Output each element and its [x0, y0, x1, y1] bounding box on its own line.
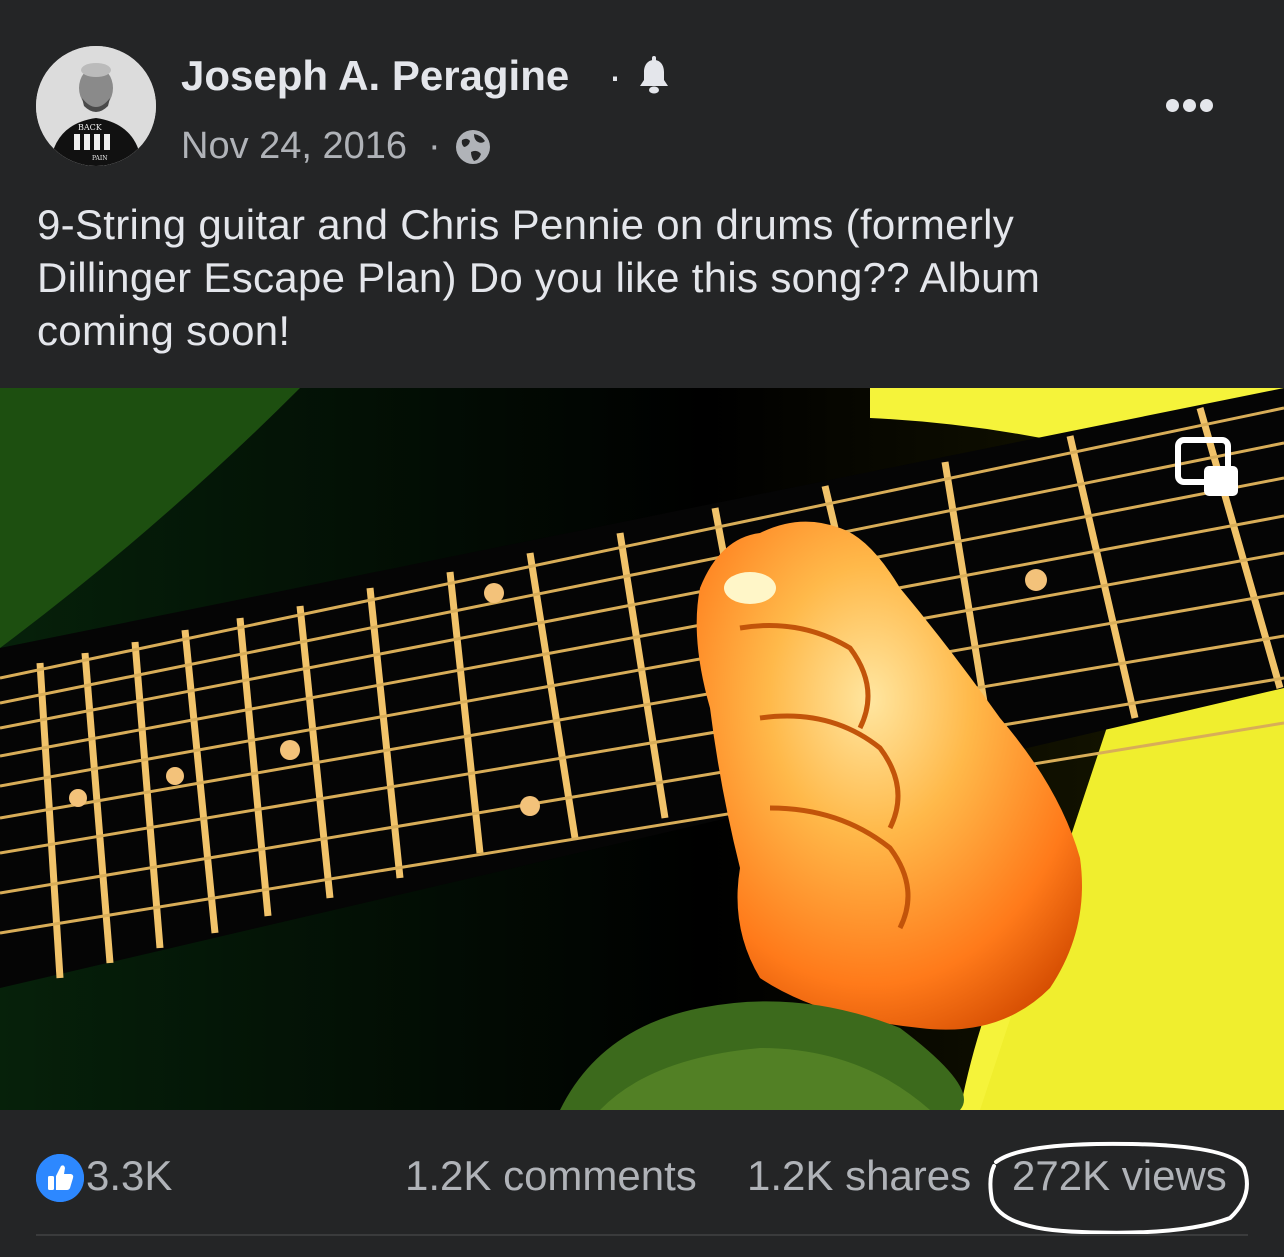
- date-separator: ·: [428, 125, 441, 167]
- svg-text:PAIN: PAIN: [92, 155, 107, 162]
- more-options-icon[interactable]: [1166, 92, 1222, 120]
- picture-in-picture-icon[interactable]: [1174, 436, 1238, 498]
- post-header: BACK PAIN Joseph A. Peragine · Nov 24, 2…: [0, 0, 1284, 390]
- stats-divider: [36, 1234, 1248, 1236]
- post-caption: 9-String guitar and Chris Pennie on drum…: [37, 201, 1041, 354]
- svg-text:BACK: BACK: [78, 123, 103, 132]
- comments-count[interactable]: 1.2K comments: [405, 1152, 697, 1200]
- post-date[interactable]: Nov 24, 2016: [181, 125, 407, 168]
- views-count: 272K views: [1012, 1152, 1227, 1199]
- globe-icon: [454, 128, 492, 166]
- video-player[interactable]: [0, 388, 1284, 1110]
- shares-count[interactable]: 1.2K shares: [747, 1152, 971, 1200]
- author-name[interactable]: Joseph A. Peragine: [181, 52, 569, 100]
- likes-count[interactable]: 3.3K: [86, 1152, 172, 1200]
- bell-icon[interactable]: [636, 56, 672, 96]
- like-thumbs-up-icon: [36, 1154, 84, 1202]
- video-frame: [0, 388, 1284, 1110]
- author-avatar[interactable]: BACK PAIN: [36, 46, 156, 166]
- name-separator: ·: [608, 52, 622, 99]
